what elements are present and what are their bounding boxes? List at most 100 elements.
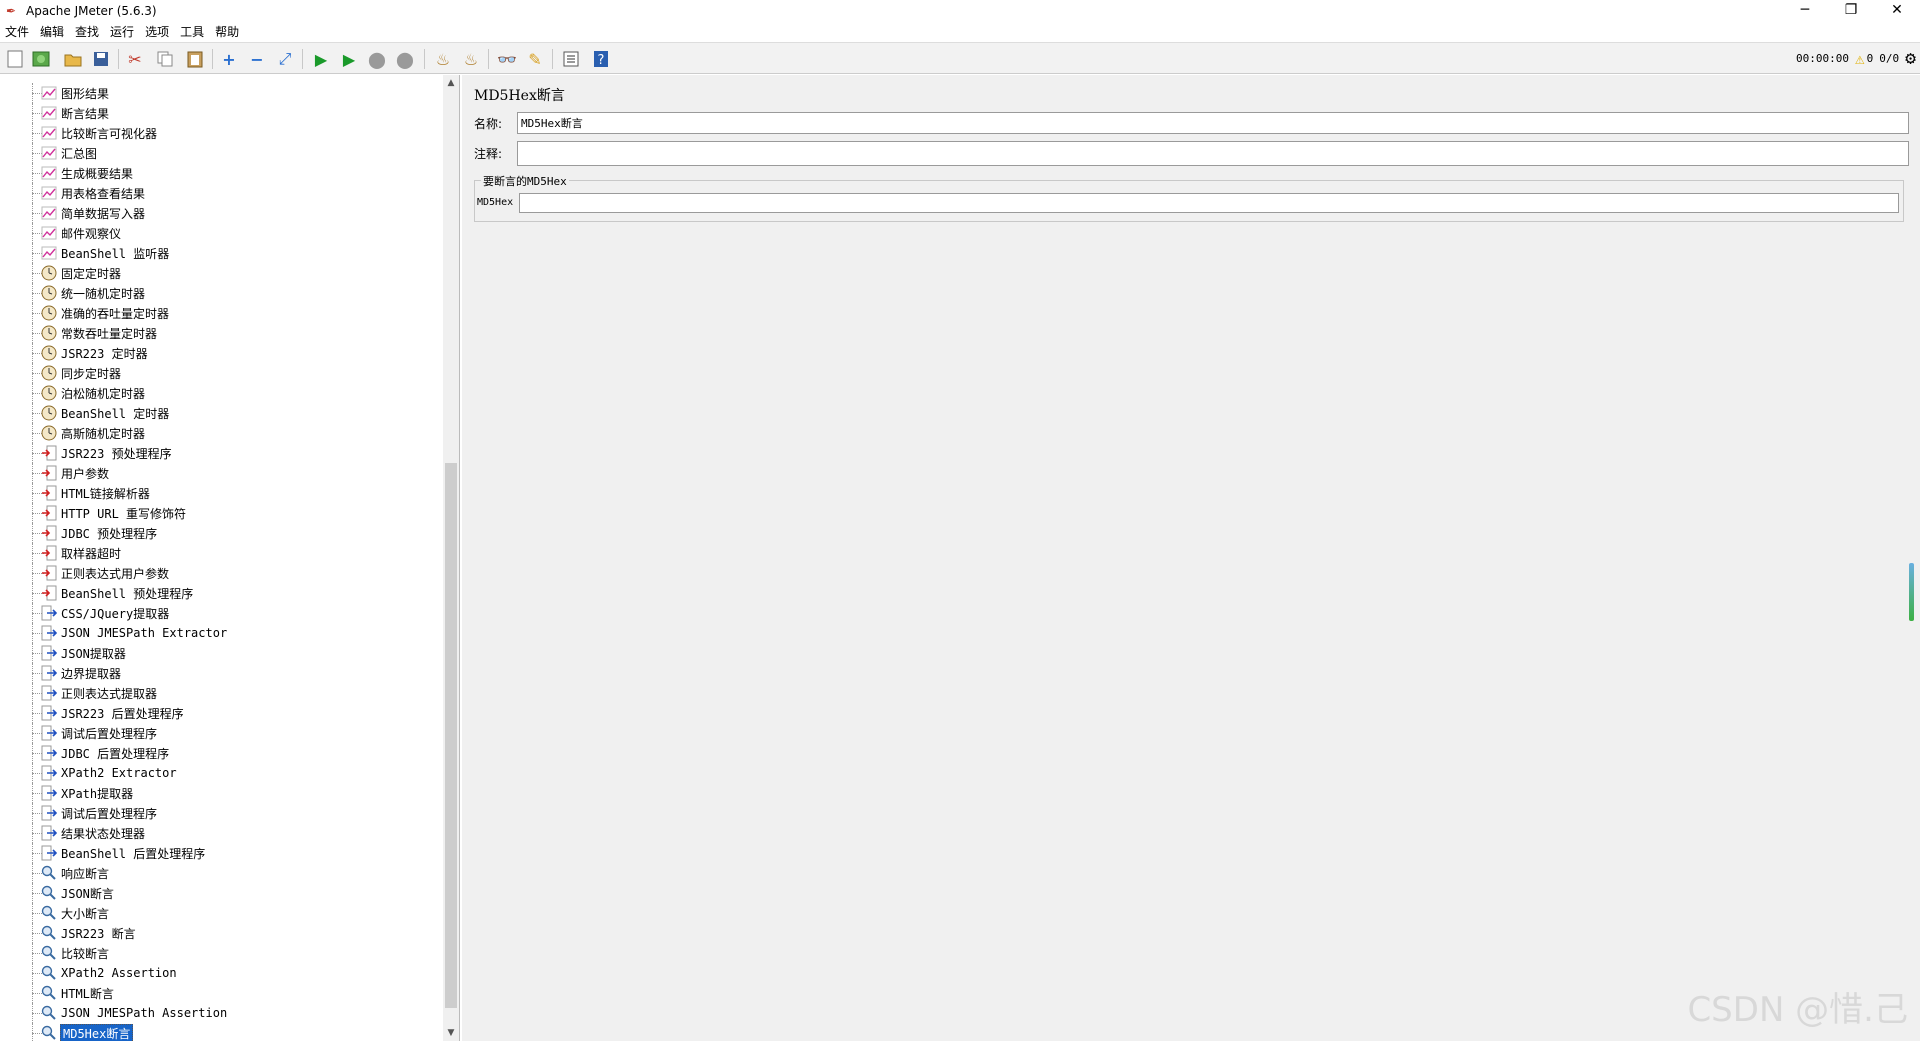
warning-icon[interactable]: ⚠ <box>1855 49 1865 68</box>
tree-item[interactable]: 边界提取器 <box>0 663 440 683</box>
tree-item[interactable]: JSR223 后置处理程序 <box>0 703 440 723</box>
tree-item[interactable]: JDBC 后置处理程序 <box>0 743 440 763</box>
tree-item[interactable]: 用表格查看结果 <box>0 183 440 203</box>
tree-item[interactable]: 大小断言 <box>0 903 440 923</box>
new-icon[interactable] <box>4 48 26 70</box>
menu-edit[interactable]: 编辑 <box>35 23 70 40</box>
save-icon[interactable] <box>90 48 112 70</box>
tree-scrollbar[interactable]: ▲ ▼ <box>443 75 459 1041</box>
toggle-icon[interactable]: ⤢ <box>274 48 296 70</box>
assertion-magnifier-icon <box>40 924 58 942</box>
md5hex-field[interactable] <box>519 193 1899 213</box>
tree-item[interactable]: 准确的吞吐量定时器 <box>0 303 440 323</box>
open-icon[interactable] <box>62 48 84 70</box>
tree-item-label: MD5Hex断言 <box>60 1023 134 1041</box>
copy-icon[interactable] <box>154 48 176 70</box>
tree-item-label: CSS/JQuery提取器 <box>61 606 170 621</box>
tree-item[interactable]: MD5Hex断言 <box>0 1023 440 1041</box>
tree-item[interactable]: 同步定时器 <box>0 363 440 383</box>
clear-icon[interactable]: ♨ <box>432 48 454 70</box>
tree-item[interactable]: 响应断言 <box>0 863 440 883</box>
menu-bar: 文件 编辑 查找 运行 选项 工具 帮助 <box>0 22 1920 40</box>
tree-item-label: 调试后置处理程序 <box>61 726 158 741</box>
collapse-all-icon[interactable]: − <box>246 48 268 70</box>
listener-graph-icon <box>40 84 58 102</box>
tree-item[interactable]: BeanShell 定时器 <box>0 403 440 423</box>
tree-item-label: JSON JMESPath Extractor <box>61 626 228 640</box>
help-icon[interactable]: ? <box>590 48 612 70</box>
comment-field[interactable] <box>517 141 1909 166</box>
tree-item[interactable]: 邮件观察仪 <box>0 223 440 243</box>
tree-item[interactable]: JSON JMESPath Extractor <box>0 623 440 643</box>
menu-tools[interactable]: 工具 <box>175 23 210 40</box>
tree-item[interactable]: XPath2 Extractor <box>0 763 440 783</box>
cut-icon[interactable]: ✂ <box>124 48 146 70</box>
tree-item[interactable]: JSON断言 <box>0 883 440 903</box>
tree-item[interactable]: 统一随机定时器 <box>0 283 440 303</box>
scrollbar-thumb[interactable] <box>445 463 457 1008</box>
tree-item[interactable]: 生成概要结果 <box>0 163 440 183</box>
menu-help[interactable]: 帮助 <box>210 23 245 40</box>
menu-run[interactable]: 运行 <box>105 23 140 40</box>
tree-item[interactable]: BeanShell 预处理程序 <box>0 583 440 603</box>
tree-item[interactable]: JDBC 预处理程序 <box>0 523 440 543</box>
tree-item[interactable]: JSR223 定时器 <box>0 343 440 363</box>
tree-item-label: 大小断言 <box>61 906 110 921</box>
tree-item[interactable]: 正则表达式提取器 <box>0 683 440 703</box>
tree-item[interactable]: 正则表达式用户参数 <box>0 563 440 583</box>
scroll-up-icon[interactable]: ▲ <box>443 75 459 91</box>
tree-item[interactable]: HTML断言 <box>0 983 440 1003</box>
tree-item[interactable]: 泊松随机定时器 <box>0 383 440 403</box>
minimize-button[interactable]: ─ <box>1782 0 1828 22</box>
tree-item[interactable]: JSON提取器 <box>0 643 440 663</box>
tree-item[interactable]: 比较断言 <box>0 943 440 963</box>
paste-icon[interactable] <box>184 48 206 70</box>
tree-item[interactable]: 结果状态处理器 <box>0 823 440 843</box>
tree-item[interactable]: JSON JMESPath Assertion <box>0 1003 440 1023</box>
menu-file[interactable]: 文件 <box>0 23 35 40</box>
tree-item[interactable]: BeanShell 后置处理程序 <box>0 843 440 863</box>
tree-item[interactable]: 常数吞吐量定时器 <box>0 323 440 343</box>
start-icon[interactable]: ▶ <box>310 48 332 70</box>
tree-item[interactable]: 调试后置处理程序 <box>0 723 440 743</box>
elapsed-timer: 00:00:00 <box>1796 51 1850 65</box>
close-button[interactable]: ✕ <box>1874 0 1920 22</box>
search-binoculars-icon[interactable]: 👓 <box>496 48 518 70</box>
clear-all-icon[interactable]: ♨ <box>460 48 482 70</box>
maximize-button[interactable]: ❐ <box>1828 0 1874 22</box>
tree-item[interactable]: HTML链接解析器 <box>0 483 440 503</box>
tree-item[interactable]: 固定定时器 <box>0 263 440 283</box>
expand-all-icon[interactable]: + <box>218 48 240 70</box>
tree-item[interactable]: 调试后置处理程序 <box>0 803 440 823</box>
tree-item[interactable]: 高斯随机定时器 <box>0 423 440 443</box>
templates-icon[interactable] <box>30 48 52 70</box>
tree-item[interactable]: XPath提取器 <box>0 783 440 803</box>
tree-item[interactable]: JSR223 断言 <box>0 923 440 943</box>
tree-item[interactable]: 比较断言可视化器 <box>0 123 440 143</box>
tree-item[interactable]: BeanShell 监听器 <box>0 243 440 263</box>
tree-item[interactable]: 用户参数 <box>0 463 440 483</box>
timer-clock-icon <box>40 364 58 382</box>
reset-search-icon[interactable]: ✎ <box>524 48 546 70</box>
scroll-down-icon[interactable]: ▼ <box>443 1025 459 1041</box>
tree-item[interactable]: 取样器超时 <box>0 543 440 563</box>
function-helper-icon[interactable] <box>560 48 582 70</box>
tree-item[interactable]: HTTP URL 重写修饰符 <box>0 503 440 523</box>
tree-item[interactable]: CSS/JQuery提取器 <box>0 603 440 623</box>
timer-clock-icon <box>40 384 58 402</box>
tree-item[interactable]: XPath2 Assertion <box>0 963 440 983</box>
tree-item[interactable]: 断言结果 <box>0 103 440 123</box>
tree-item-label: BeanShell 定时器 <box>61 406 170 421</box>
tree-item[interactable]: JSR223 预处理程序 <box>0 443 440 463</box>
menu-options[interactable]: 选项 <box>140 23 175 40</box>
warning-count[interactable]: 0 <box>1867 52 1874 65</box>
start-no-pauses-icon[interactable]: ▶ <box>338 48 360 70</box>
menu-search[interactable]: 查找 <box>70 23 105 40</box>
tree-item[interactable]: 简单数据写入器 <box>0 203 440 223</box>
stop-icon[interactable]: ⬤ <box>366 48 388 70</box>
tree-item[interactable]: 图形结果 <box>0 83 440 103</box>
shutdown-icon[interactable]: ⬤ <box>394 48 416 70</box>
tree-item-label: XPath提取器 <box>61 786 134 801</box>
name-field[interactable]: MD5Hex断言 <box>517 112 1909 134</box>
tree-item[interactable]: 汇总图 <box>0 143 440 163</box>
